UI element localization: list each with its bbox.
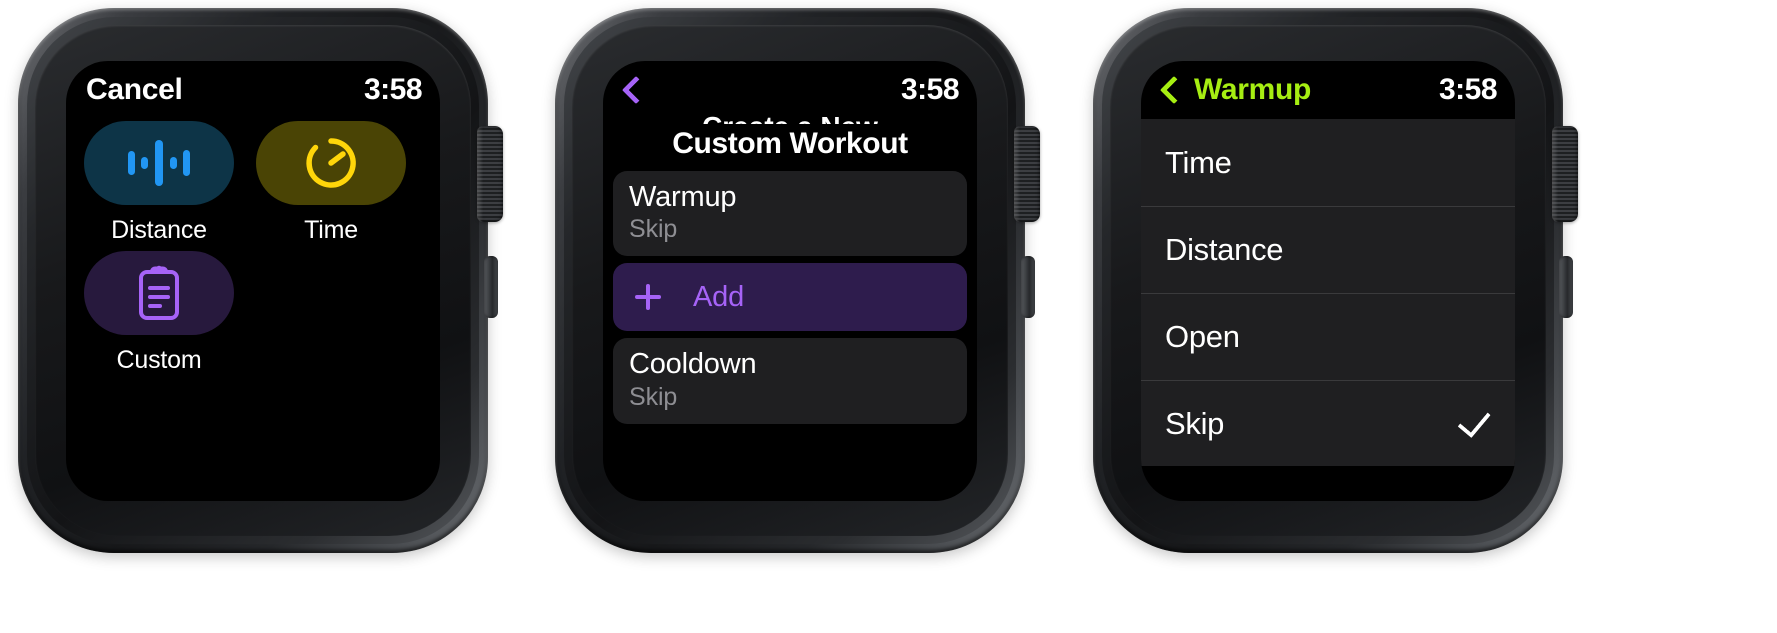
workout-type-custom[interactable]: Custom (84, 251, 234, 375)
side-button[interactable] (484, 256, 498, 318)
time-tile[interactable] (256, 121, 406, 205)
watch-screen-workout-types: Cancel 3:58 Distance Time Custom (66, 61, 440, 501)
add-step-label: Add (693, 280, 744, 313)
option-row-distance[interactable]: Distance (1141, 206, 1515, 293)
back-button-label: Warmup (1194, 73, 1312, 106)
digital-crown[interactable] (1552, 126, 1578, 222)
apple-watch-2: 3:58 Create a New Custom Workout Warmup … (555, 8, 1040, 553)
page-title: Custom Workout (672, 127, 908, 160)
clock-label: 3:58 (900, 73, 960, 106)
side-button[interactable] (1021, 256, 1035, 318)
chevron-left-icon (1159, 75, 1189, 105)
screenshot-stage: Cancel 3:58 Distance Time Custom 3:58 Cu… (0, 0, 1777, 633)
timer-icon (306, 138, 356, 188)
distance-tile-label: Distance (111, 216, 207, 244)
option-row-skip[interactable]: Skip (1141, 380, 1515, 467)
option-label: Distance (1165, 232, 1284, 267)
time-tile-label: Time (304, 216, 358, 244)
clock-label: 3:58 (1438, 73, 1498, 106)
status-bar: Cancel 3:58 (66, 61, 440, 119)
custom-tile[interactable] (84, 251, 234, 335)
workout-type-time[interactable]: Time (256, 121, 406, 245)
option-row-time[interactable]: Time (1141, 119, 1515, 206)
plus-icon (635, 284, 661, 311)
workout-type-row-2: Custom (84, 251, 422, 375)
apple-watch-1: Cancel 3:58 Distance Time Custom (18, 8, 503, 553)
workout-step-list: Warmup Skip Add Cooldown Skip (603, 171, 977, 424)
checkmark-icon (1457, 403, 1491, 439)
workout-type-distance[interactable]: Distance (84, 121, 234, 245)
watch-screen-custom-workout: 3:58 Create a New Custom Workout Warmup … (603, 61, 977, 501)
option-label: Skip (1165, 406, 1225, 441)
clipboard-icon (139, 265, 179, 320)
back-button-warmup[interactable]: Warmup (1159, 73, 1312, 107)
warmup-step-title: Warmup (629, 181, 737, 213)
side-button[interactable] (1559, 256, 1573, 318)
apple-watch-3: Warmup 3:58 Time Distance Open Skip (1093, 8, 1578, 553)
watch-screen-warmup-options: Warmup 3:58 Time Distance Open Skip (1141, 61, 1515, 501)
cooldown-step-row[interactable]: Cooldown Skip (613, 338, 967, 424)
custom-tile-label: Custom (116, 346, 202, 374)
add-step-button[interactable]: Add (613, 263, 967, 332)
cancel-button[interactable]: Cancel (86, 73, 183, 107)
waveform-icon (128, 140, 190, 186)
workout-type-row-1: Distance Time (84, 121, 422, 245)
scrolled-title-clipped: Create a New (603, 111, 977, 124)
clock-label: 3:58 (363, 73, 423, 106)
distance-tile[interactable] (84, 121, 234, 205)
option-label: Open (1165, 319, 1240, 354)
warmup-option-list: Time Distance Open Skip (1141, 119, 1515, 466)
cooldown-step-value: Skip (629, 382, 678, 411)
option-label: Time (1165, 144, 1232, 180)
digital-crown[interactable] (1014, 126, 1040, 222)
status-bar: Warmup 3:58 (1141, 61, 1515, 119)
warmup-step-value: Skip (629, 215, 678, 244)
warmup-step-row[interactable]: Warmup Skip (613, 171, 967, 257)
option-row-open[interactable]: Open (1141, 293, 1515, 380)
workout-type-grid: Distance Time Custom (66, 119, 440, 375)
chevron-left-icon (621, 75, 651, 105)
cooldown-step-title: Cooldown (629, 348, 757, 381)
digital-crown[interactable] (477, 126, 503, 222)
back-button[interactable] (621, 75, 651, 105)
